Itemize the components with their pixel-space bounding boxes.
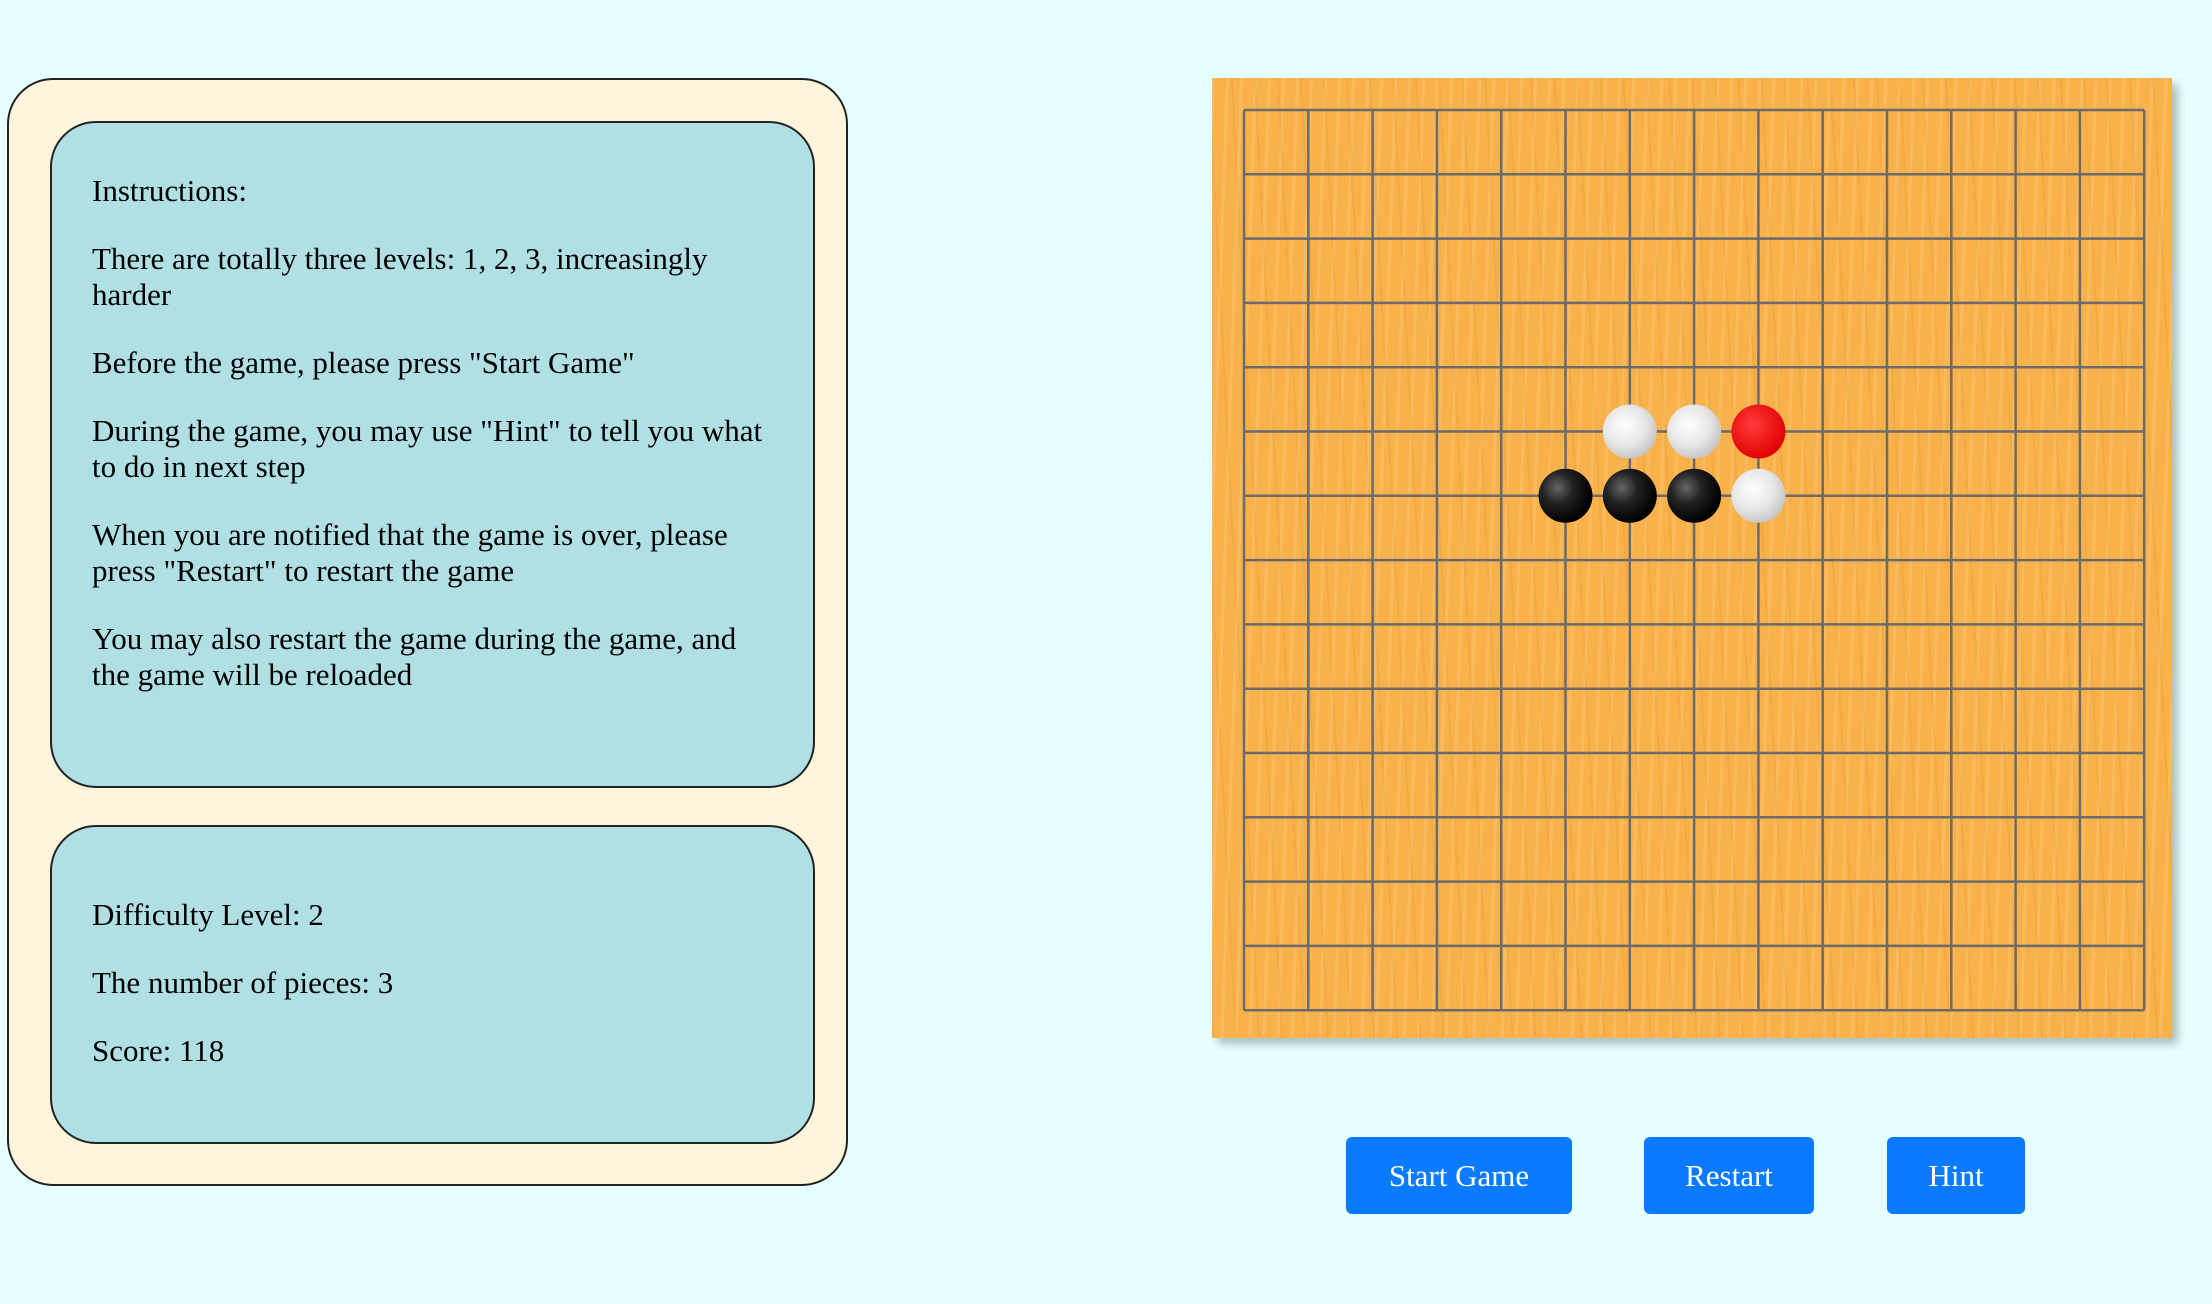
side-panel: Instructions: There are totally three le… <box>7 78 848 1186</box>
game-board[interactable] <box>1212 78 2172 1038</box>
instructions-box: Instructions: There are totally three le… <box>50 121 815 788</box>
white-stone <box>1731 468 1786 523</box>
instructions-hint: During the game, you may use "Hint" to t… <box>92 413 763 484</box>
instructions-start: Before the game, please press "Start Gam… <box>92 345 635 380</box>
difficulty-level: Difficulty Level: 2 <box>92 897 324 932</box>
board-grid[interactable] <box>1212 78 2172 1038</box>
instructions-reload: You may also restart the game during the… <box>92 621 737 692</box>
score: Score: 118 <box>92 1033 225 1068</box>
start-game-button[interactable]: Start Game <box>1346 1137 1572 1214</box>
black-stone <box>1667 468 1722 523</box>
status-box: Difficulty Level: 2 The number of pieces… <box>50 825 815 1144</box>
instructions-restart: When you are notified that the game is o… <box>92 517 728 588</box>
instructions-heading: Instructions: <box>92 173 247 208</box>
piece-count: The number of pieces: 3 <box>92 965 394 1000</box>
hint-button[interactable]: Hint <box>1887 1137 2025 1214</box>
white-stone <box>1667 404 1722 459</box>
white-stone <box>1602 404 1657 459</box>
restart-button[interactable]: Restart <box>1644 1137 1814 1214</box>
black-stone <box>1538 468 1593 523</box>
red-stone <box>1731 404 1786 459</box>
instructions-levels: There are totally three levels: 1, 2, 3,… <box>92 241 708 312</box>
black-stone <box>1602 468 1657 523</box>
